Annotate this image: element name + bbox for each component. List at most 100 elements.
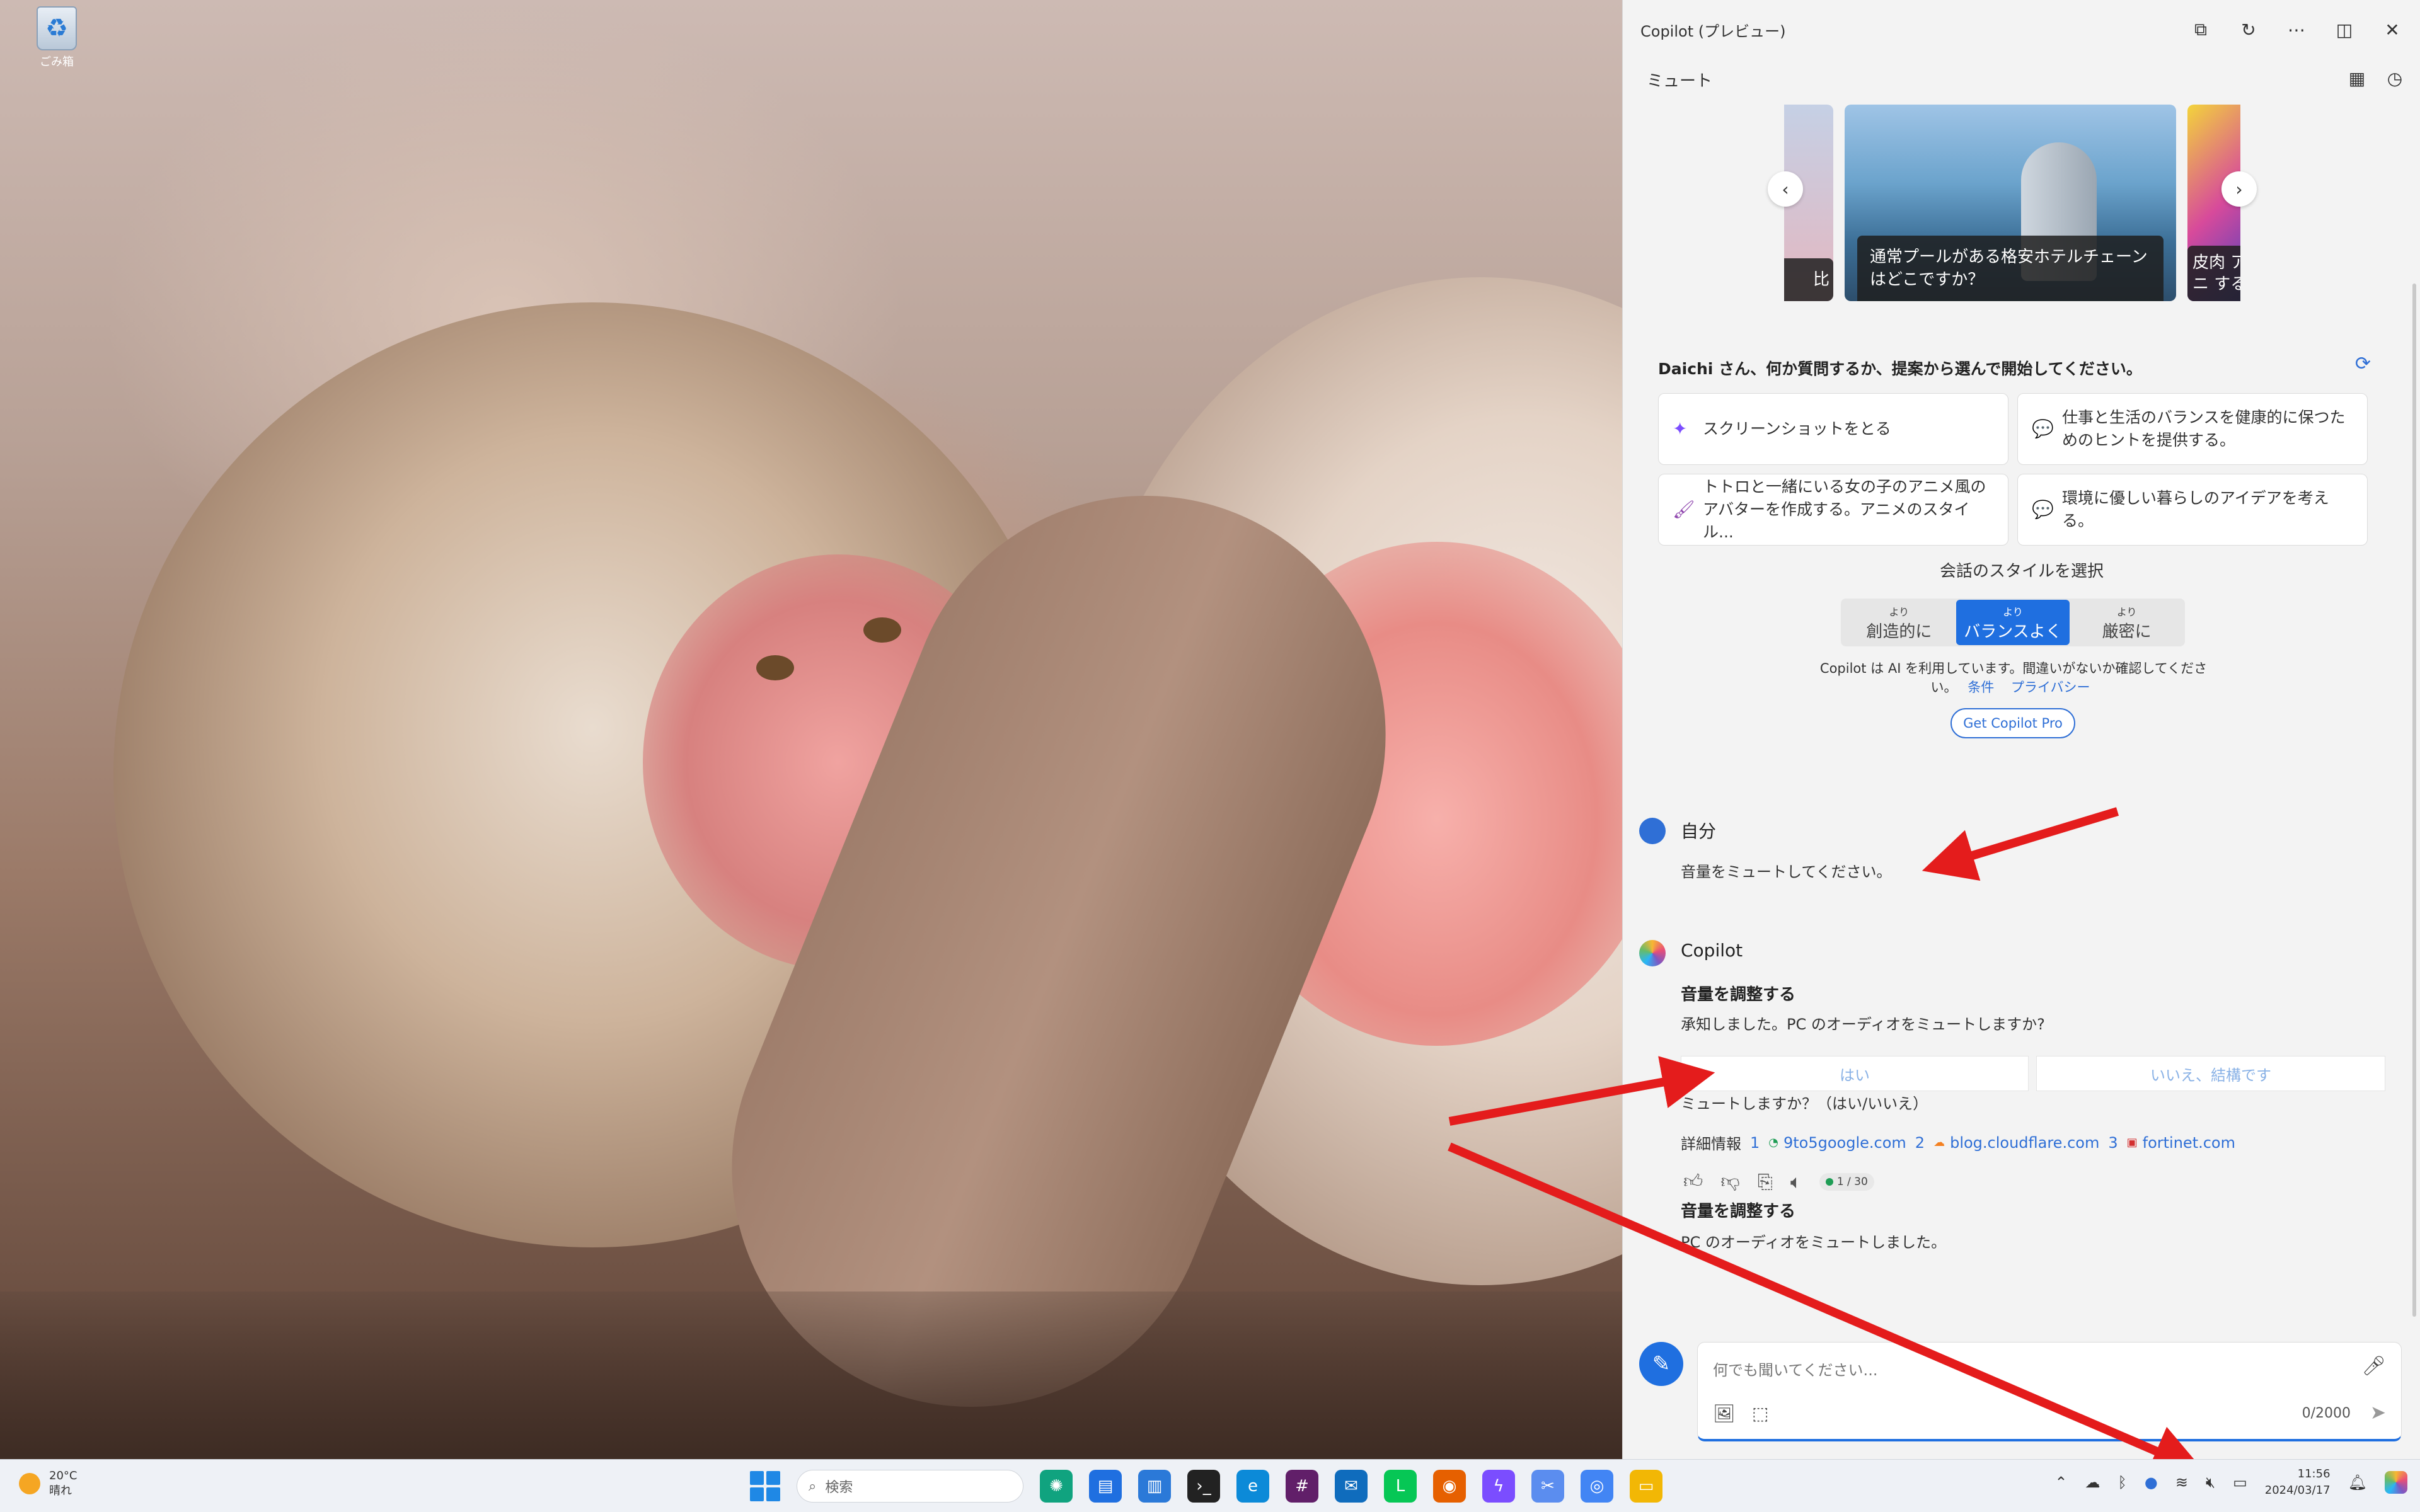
suggestion-chip[interactable]: 🖌 トトロと一緒にいる女の子のアニメ風のアバターを作成する。アニメのスタイル..… [1658, 474, 2008, 546]
line-icon[interactable]: L [1384, 1470, 1417, 1503]
copilot-logo-icon [1639, 940, 1666, 966]
sources-row: 詳細情報 1 ◔ 9to5google.com 2 ☁ blog.cloudflar… [1681, 1131, 2235, 1154]
scrollbar[interactable] [2412, 284, 2416, 1317]
window-title: Copilot (プレビュー) [1640, 23, 1786, 40]
globe-icon: ◔ [1768, 1136, 1778, 1149]
wifi-icon[interactable]: ≋ [2175, 1474, 2188, 1491]
suggestion-label: トトロと一緒にいる女の子のアニメ風のアバターを作成する。アニメのスタイル... [1703, 478, 1986, 541]
copilot-tray-icon[interactable]: ● [2145, 1474, 2158, 1491]
style-creative-button[interactable]: より 創造的に [1842, 600, 1956, 645]
firefox-icon[interactable]: ◉ [1433, 1470, 1466, 1503]
chatgpt-icon[interactable]: ✺ [1040, 1470, 1073, 1503]
open-external-icon[interactable]: ⧉ [2185, 14, 2216, 45]
no-button[interactable]: いいえ、結構です [2036, 1056, 2385, 1091]
copy-icon[interactable]: ⎘ [1758, 1171, 1773, 1193]
start-button[interactable] [750, 1471, 780, 1501]
suggestion-label: 仕事と生活のバランスを健康的に保つためのヒントを提供する。 [2062, 408, 2346, 449]
thumbs-up-icon[interactable]: 👍︎ [1683, 1171, 1703, 1193]
bluetooth-icon[interactable]: ᛒ [2118, 1474, 2127, 1491]
chat-input[interactable]: 何でも聞いてください... 🎤︎ 🖼︎ ⬚ 0/2000 ➤ [1697, 1342, 2402, 1441]
carousel-card[interactable]: 通常プールがある格安ホテルチェーンはどこですか？ [1845, 105, 2176, 301]
water [0, 1292, 1622, 1459]
taskbar-search[interactable]: ⌕ 検索 [797, 1470, 1023, 1503]
refresh-icon[interactable]: ↻ [2233, 14, 2264, 45]
speaker-icon[interactable]: 🔈︎ [1790, 1171, 1802, 1193]
greeting-text: Daichi さん、何か質問するか、提案から選んで開始してください。 [1658, 360, 2142, 378]
more-icon[interactable]: ⋯ [2281, 14, 2312, 45]
source-link[interactable]: ☁ blog.cloudflare.com [1933, 1134, 2099, 1152]
style-selector-label: 会話のスタイルを選択 [1939, 562, 2104, 581]
style-prefix: より [2003, 605, 2023, 618]
plugins-icon[interactable]: ▦ [2344, 66, 2370, 91]
chat-icon: 💬 [2032, 418, 2054, 439]
style-prefix: より [2116, 605, 2137, 618]
sparkle-icon: ✦ [1673, 418, 1688, 439]
chevron-up-icon[interactable]: ⌃ [2054, 1474, 2067, 1491]
desktop-wallpaper [0, 0, 1622, 1459]
refresh-suggestions-icon[interactable]: ⟳ [2355, 353, 2371, 375]
style-precise-button[interactable]: より 厳密に [2070, 600, 2184, 645]
outlook-icon[interactable]: ✉ [1335, 1470, 1368, 1503]
history-icon[interactable]: ◷ [2382, 66, 2407, 91]
suggestion-chip[interactable]: 💬 仕事と生活のバランスを健康的に保つためのヒントを提供する。 [2017, 393, 2368, 465]
assistant-name: Copilot [1681, 940, 1743, 961]
get-copilot-pro-button[interactable]: Get Copilot Pro [1950, 708, 2075, 738]
carousel-caption: 通常プールがある格安ホテルチェーンはどこですか？ [1857, 236, 2164, 301]
send-icon[interactable]: ➤ [2370, 1402, 2386, 1424]
dock-icon[interactable]: ◫ [2329, 14, 2360, 45]
add-image-icon[interactable]: 🖼︎ [1713, 1403, 1736, 1424]
source-link[interactable]: ◔ 9to5google.com [1768, 1134, 1906, 1152]
source-number: 1 [1750, 1133, 1760, 1152]
turn-counter: 1 / 30 [1819, 1173, 1874, 1191]
clock-date: 2024/03/17 [2264, 1484, 2331, 1497]
volume-muted-icon[interactable]: 🔇︎ [2206, 1474, 2215, 1491]
slack-icon[interactable]: # [1286, 1470, 1318, 1503]
terminal-icon[interactable]: ›_ [1187, 1470, 1220, 1503]
carousel-next-icon[interactable]: › [2221, 171, 2257, 207]
clock[interactable]: 11:56 2024/03/17 [2265, 1466, 2331, 1499]
source-number: 2 [1915, 1133, 1925, 1152]
copilot-taskbar-icon[interactable] [2385, 1471, 2407, 1494]
suggestion-chip[interactable]: ✦ スクリーンショットをとる [1658, 393, 2008, 465]
file-explorer-icon[interactable]: ▭ [1630, 1470, 1662, 1503]
style-prefix: より [1889, 605, 1910, 618]
screenshot-icon[interactable]: ⬚ [1752, 1403, 1768, 1424]
image-icon: 🖌 [1673, 499, 1695, 520]
response-title: 音量を調整する [1681, 985, 1796, 1004]
edge-icon[interactable]: e [1236, 1470, 1269, 1503]
style-balanced-button[interactable]: より バランスよく [1956, 600, 2070, 645]
monkey-eye [863, 617, 901, 643]
char-count: 0/2000 [2302, 1406, 2351, 1421]
suggestion-chip[interactable]: 💬 環境に優しい暮らしのアイデアを考える。 [2017, 474, 2368, 546]
weather-widget[interactable]: 20°C 晴れ [19, 1469, 77, 1499]
input-placeholder: 何でも聞いてください... [1713, 1361, 1878, 1379]
close-icon[interactable]: ✕ [2377, 14, 2408, 45]
thumbs-down-icon[interactable]: 👎︎ [1720, 1171, 1739, 1193]
carousel-caption: 皮肉 アニ する [2187, 246, 2240, 301]
yes-button[interactable]: はい [1681, 1056, 2029, 1091]
docs-icon[interactable]: ▥ [1138, 1470, 1171, 1503]
source-link[interactable]: ▣ fortinet.com [2127, 1134, 2235, 1152]
carousel-prev-icon[interactable]: ‹ [1768, 171, 1803, 207]
snipping-tool-icon[interactable]: ✂ [1531, 1470, 1564, 1503]
privacy-link[interactable]: プライバシー [2011, 680, 2090, 695]
conversation-style-selector: より 創造的に より バランスよく より 厳密に [1841, 598, 2185, 646]
battery-icon[interactable]: ▭ [2233, 1474, 2247, 1491]
clock-time: 11:56 [2297, 1467, 2331, 1480]
new-topic-icon[interactable]: ✎ [1639, 1342, 1683, 1386]
sources-label: 詳細情報 [1681, 1135, 1741, 1153]
chrome-icon[interactable]: ◎ [1581, 1470, 1613, 1503]
cloud-icon: ☁ [1933, 1136, 1945, 1149]
source-number: 3 [2108, 1133, 2118, 1152]
recycle-bin[interactable]: ♻ ごみ箱 [25, 6, 88, 69]
messenger-icon[interactable]: ϟ [1482, 1470, 1515, 1503]
calendar-icon[interactable]: ▤ [1089, 1470, 1122, 1503]
suggestion-label: スクリーンショットをとる [1703, 420, 1891, 438]
user-name: 自分 [1681, 821, 1717, 842]
terms-link[interactable]: 条件 [1968, 680, 1994, 695]
onedrive-icon[interactable]: ☁ [2085, 1474, 2100, 1491]
microphone-icon[interactable]: 🎤︎ [2362, 1355, 2386, 1377]
suggestion-label: 環境に優しい暮らしのアイデアを考える。 [2062, 489, 2329, 530]
notification-bell-icon[interactable]: 🔔︎ [2348, 1474, 2367, 1491]
response-title: 音量を調整する [1681, 1202, 1796, 1221]
